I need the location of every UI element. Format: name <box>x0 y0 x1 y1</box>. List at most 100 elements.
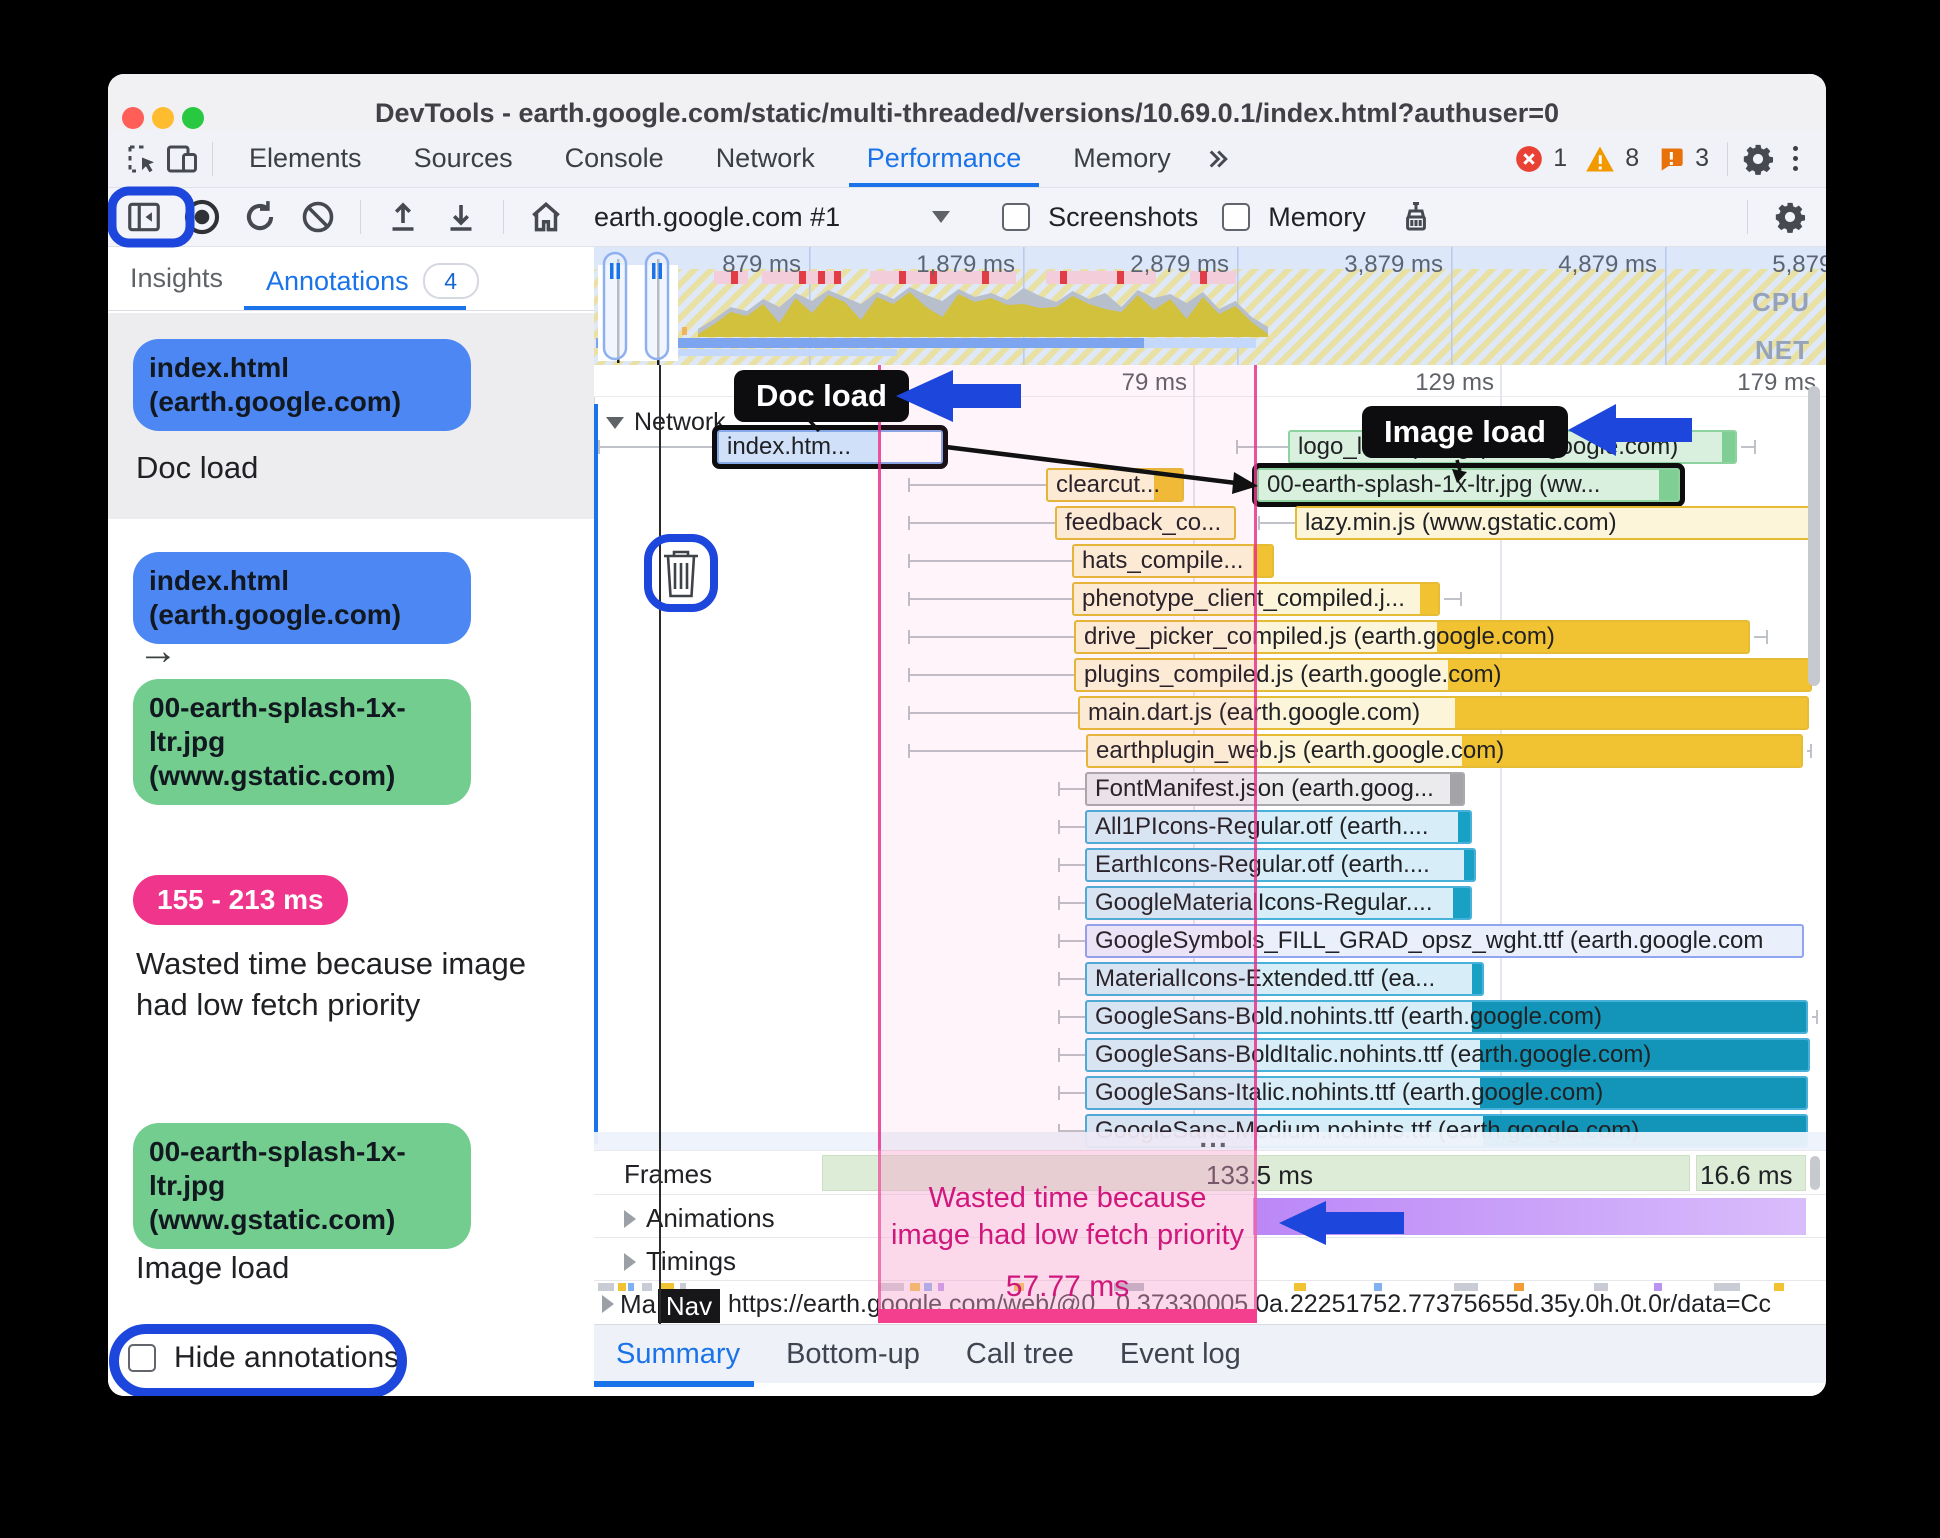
timeline-minimap[interactable]: 879 ms 1,879 ms 2,879 ms 3,879 ms 4,879 ms 5,… <box>594 247 1826 365</box>
capture-settings-gear-icon[interactable] <box>1764 195 1816 239</box>
tab-performance[interactable]: Performance <box>841 130 1048 187</box>
annotation-note-image-load[interactable]: Image load <box>136 1247 556 1288</box>
annotations-sidebar: Insights Annotations 4 index.html (earth… <box>108 247 595 1396</box>
doc-load-entry-label[interactable]: Doc load <box>734 370 909 422</box>
reload-record-icon[interactable] <box>234 195 286 239</box>
tab-insights[interactable]: Insights <box>130 263 223 294</box>
annotation-chip-link-from[interactable]: index.html (earth.google.com) <box>133 552 471 644</box>
annotations-count-badge: 4 <box>422 263 479 299</box>
annotation-note-wasted-time[interactable]: Wasted time because image had low fetch … <box>136 943 556 1025</box>
warning-count[interactable]: 8 <box>1625 144 1639 173</box>
details-tab-bottom-up[interactable]: Bottom-up <box>786 1338 920 1371</box>
hide-annotations-checkbox[interactable] <box>128 1344 156 1372</box>
minimap-tick: 4,879 ms <box>1558 251 1657 278</box>
error-icon[interactable] <box>1515 145 1543 173</box>
settings-gear-icon[interactable] <box>1738 139 1778 179</box>
expand-triangle-icon[interactable] <box>624 1252 636 1271</box>
details-tab-summary[interactable]: Summary <box>616 1338 740 1371</box>
animation-bar[interactable] <box>1253 1198 1806 1235</box>
minimap-tick: 879 ms <box>722 251 801 278</box>
collapse-triangle-icon[interactable] <box>606 416 624 429</box>
issues-count[interactable]: 3 <box>1695 144 1709 173</box>
minimap-tick: 5,879 ms <box>1772 251 1826 278</box>
download-phase <box>1448 660 1810 690</box>
hide-annotations-label: Hide annotations <box>174 1341 400 1374</box>
divider <box>1727 141 1728 176</box>
issues-icon[interactable] <box>1657 145 1685 173</box>
main-track-label: Ma <box>620 1289 657 1319</box>
annotation-chip-link-to[interactable]: 00-earth-splash-1x-ltr.jpg (www.gstatic.… <box>133 679 471 805</box>
expand-triangle-icon[interactable] <box>624 1209 636 1228</box>
tab-network[interactable]: Network <box>690 130 841 187</box>
details-tabbar-base <box>594 1383 1826 1396</box>
chart-time-tick: 179 ms <box>1737 369 1816 396</box>
request-whisker <box>598 446 717 448</box>
record-icon[interactable] <box>176 195 228 239</box>
page-selector[interactable]: earth.google.com #1 <box>594 202 951 233</box>
chevron-down-icon <box>932 211 951 223</box>
timings-track-header[interactable]: Timings <box>624 1246 736 1277</box>
request-whisker <box>1816 1010 1818 1024</box>
download-phase <box>1722 432 1735 462</box>
tab-elements[interactable]: Elements <box>223 130 388 187</box>
details-tab-event-log[interactable]: Event log <box>1120 1338 1241 1371</box>
sidebar-tab-bar: Insights Annotations 4 <box>108 247 594 311</box>
active-tab-underline <box>244 306 466 310</box>
tab-memory[interactable]: Memory <box>1047 130 1197 187</box>
vertical-scrollbar[interactable] <box>1808 386 1820 686</box>
tracks-scrollbar[interactable] <box>1810 1156 1820 1190</box>
wasted-time-text: Wasted time because image had low fetch … <box>891 1182 1244 1251</box>
network-request-bar[interactable]: lazy.min.js (www.gstatic.com) <box>1295 506 1812 540</box>
request-whisker <box>1444 598 1460 600</box>
wasted-time-baseline <box>878 1309 1257 1323</box>
more-tabs-icon[interactable] <box>1197 139 1237 179</box>
tab-sources[interactable]: Sources <box>388 130 539 187</box>
download-phase <box>1462 736 1801 766</box>
download-phase <box>1453 888 1470 918</box>
upload-profile-icon[interactable] <box>377 195 429 239</box>
divider <box>360 200 361 234</box>
home-icon[interactable] <box>520 195 572 239</box>
panel-tabs: Elements Sources Console Network Performance… <box>223 130 1197 187</box>
frame-duration: 16.6 ms <box>1700 1160 1793 1190</box>
divider <box>1747 200 1748 234</box>
garbage-collect-icon[interactable] <box>1390 195 1442 239</box>
minimap-tick: 2,879 ms <box>1130 251 1229 278</box>
tab-console[interactable]: Console <box>539 130 690 187</box>
tab-annotations[interactable]: Annotations 4 <box>266 263 479 299</box>
hide-annotations-control[interactable]: Hide annotations <box>128 1341 399 1375</box>
device-toolbar-icon[interactable] <box>162 139 202 179</box>
network-request-bar[interactable]: 00-earth-splash-1x-ltr.jpg (ww... <box>1257 468 1680 502</box>
memory-label: Memory <box>1268 201 1366 232</box>
warning-icon[interactable] <box>1585 145 1615 173</box>
annotation-range-badge[interactable]: 155 - 213 ms <box>133 875 348 925</box>
error-count[interactable]: 1 <box>1553 144 1567 173</box>
devtools-window: DevTools - earth.google.com/static/multi… <box>108 74 1826 1396</box>
network-track-header[interactable]: Network <box>606 408 726 437</box>
more-options-icon[interactable] <box>1778 146 1812 171</box>
cpu-lane-label: CPU <box>1752 287 1810 317</box>
nav-marker-badge: Nav <box>658 1289 720 1323</box>
request-label: 00-earth-splash-1x-ltr.jpg (ww... <box>1267 471 1601 498</box>
animations-track-header[interactable]: Animations <box>624 1203 775 1234</box>
annotation-chip-image[interactable]: 00-earth-splash-1x-ltr.jpg (www.gstatic.… <box>133 1123 471 1249</box>
image-load-entry-label[interactable]: Image load <box>1362 406 1568 458</box>
download-phase <box>1458 812 1470 842</box>
memory-checkbox[interactable] <box>1222 203 1251 231</box>
details-tab-call-tree[interactable]: Call tree <box>966 1338 1074 1371</box>
annotation-note-doc-load[interactable]: Doc load <box>136 447 556 488</box>
request-label: lazy.min.js (www.gstatic.com) <box>1305 509 1617 536</box>
request-whisker <box>1258 516 1260 530</box>
annotation-chip-index-html[interactable]: index.html (earth.google.com) <box>133 339 471 431</box>
request-whisker <box>1810 744 1812 758</box>
screenshots-checkbox[interactable] <box>1002 203 1031 231</box>
download-profile-icon[interactable] <box>435 195 487 239</box>
inspect-element-icon[interactable] <box>122 139 162 179</box>
clear-icon[interactable] <box>292 195 344 239</box>
expand-triangle-icon[interactable] <box>602 1295 614 1313</box>
tab-annotations-label: Annotations <box>266 265 409 296</box>
link-arrow: → <box>138 629 178 673</box>
toggle-sidebar-icon[interactable] <box>118 195 170 239</box>
wasted-time-duration: 57.77 ms <box>1005 1270 1130 1303</box>
main-activity-sliver <box>642 1283 652 1291</box>
